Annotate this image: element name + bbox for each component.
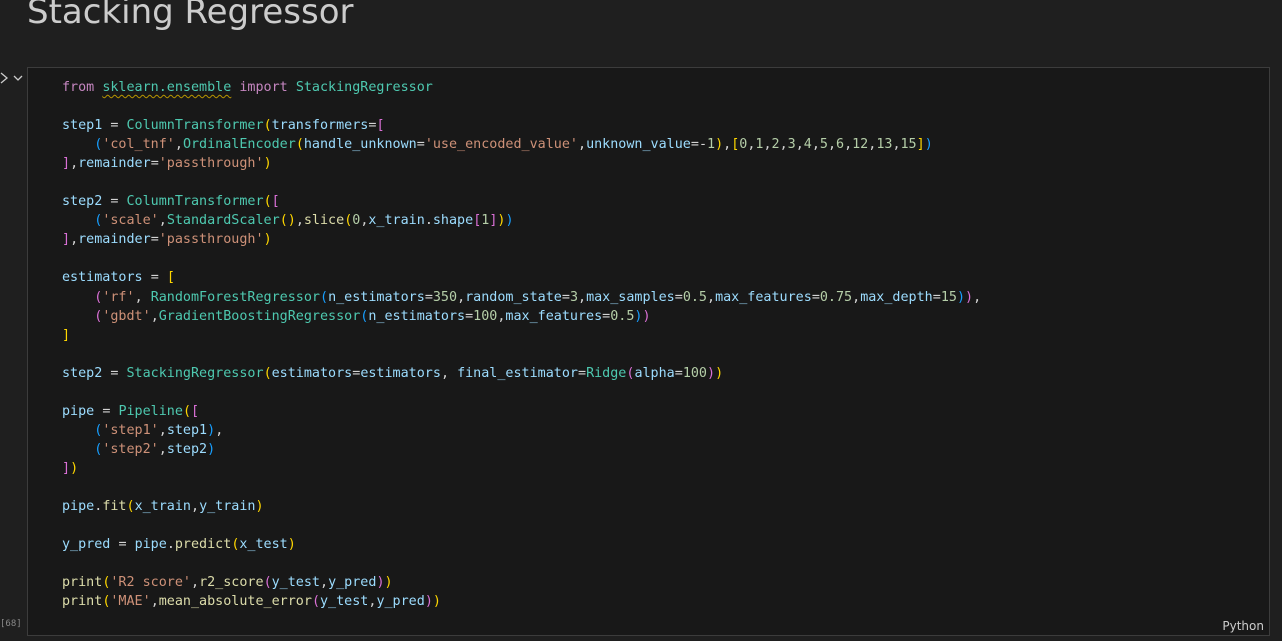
code-line: print('R2 score',r2_score(y_test,y_pred)… — [62, 575, 393, 591]
code-line: ('scale',StandardScaler(),slice(0,x_trai… — [94, 213, 514, 229]
code-line: print('MAE',mean_absolute_error(y_test,y… — [62, 594, 441, 610]
chevron-right-icon[interactable] — [0, 72, 9, 84]
code-line: ],remainder='passthrough') — [62, 232, 272, 248]
code-line: ('step2',step2) — [94, 441, 216, 457]
module-name-warning[interactable]: sklearn.ensemble — [102, 80, 231, 95]
code-cell[interactable]: from sklearn.ensemble import StackingReg… — [27, 67, 1270, 636]
code-line: from sklearn.ensemble import StackingReg… — [62, 80, 433, 95]
section-heading: Stacking Regressor — [27, 0, 354, 32]
code-line: ],remainder='passthrough') — [62, 156, 272, 172]
code-line: ('gbdt',GradientBoostingRegressor(n_esti… — [94, 308, 651, 324]
code-line: step2 = ColumnTransformer([ — [62, 194, 280, 210]
code-line: ('step1',step1), — [94, 422, 224, 438]
code-line: step1 = ColumnTransformer(transformers=[ — [62, 118, 385, 134]
code-line: pipe = Pipeline([ — [62, 403, 200, 419]
language-indicator[interactable]: Python — [1222, 619, 1264, 633]
code-line: ('rf', RandomForestRegressor(n_estimator… — [94, 289, 982, 305]
code-line: estimators = [ — [62, 270, 175, 286]
code-line: step2 = StackingRegressor(estimators=est… — [62, 365, 724, 381]
code-line: y_pred = pipe.predict(x_test) — [62, 537, 296, 553]
code-line: ]) — [62, 460, 79, 476]
execution-count: [68] — [0, 619, 22, 629]
code-editor[interactable]: from sklearn.ensemble import StackingReg… — [62, 78, 1252, 618]
cell-run-toggle[interactable] — [0, 70, 26, 86]
code-line: pipe.fit(x_train,y_train) — [62, 499, 264, 515]
code-line: ] — [62, 327, 71, 343]
code-line: ('col_tnf',OrdinalEncoder(handle_unknown… — [94, 137, 933, 153]
chevron-down-icon[interactable] — [13, 75, 23, 81]
